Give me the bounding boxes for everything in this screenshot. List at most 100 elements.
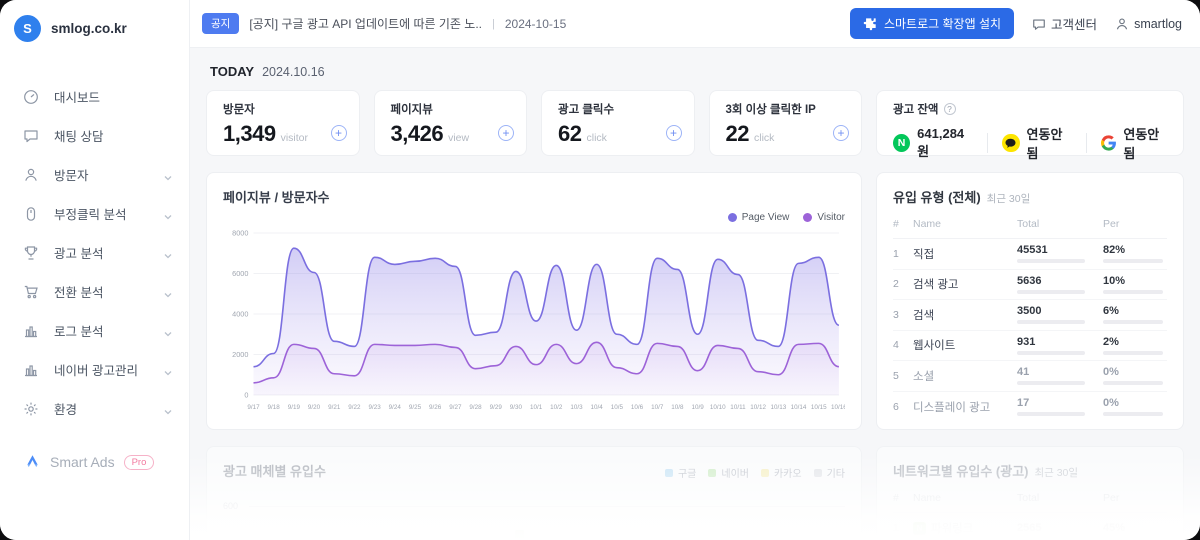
sidebar-item-2[interactable]: 방문자 [0,155,189,194]
svg-text:10/9: 10/9 [691,404,704,411]
traffic-chart-legend: Page View Visitor [223,212,845,223]
sidebar-item-8[interactable]: 환경 [0,389,189,428]
sidebar-item-7[interactable]: 네이버 광고관리 [0,350,189,389]
account-menu[interactable]: smartlog [1115,17,1182,31]
row-rank: 5 [893,370,913,382]
row-total-cell: 45531 [1017,244,1103,263]
install-extension-label: 스마트로그 확장앱 설치 [884,15,1001,32]
media-inflow-legend: 구글 네이버 카카오 기타 [665,465,845,480]
inflow-type-subtitle: 최근 30일 [987,191,1031,206]
media-inflow-card: 광고 매체별 유입수 구글 네이버 카카오 기타 600 [206,446,862,540]
inflow-table-header: # Name Total Per [893,206,1167,239]
stat-card-value: 3,426 [391,121,444,147]
expand-plus-button[interactable]: + [331,125,347,141]
legend-swatch [761,469,769,477]
row-total-cell: 17 [1017,397,1103,416]
col-name: Name [913,218,1017,230]
network-inflow-subtitle: 최근 30일 [1034,465,1078,480]
expand-plus-button[interactable]: + [833,125,849,141]
support-link[interactable]: 고객센터 [1032,14,1097,33]
media-legend-네이버[interactable]: 네이버 [708,465,749,480]
stat-cards-row: 방문자1,349visitor+페이지뷰3,426view+광고 클릭수62cl… [206,90,1184,156]
traffic-area-chart[interactable]: 020004000600080009/179/189/199/209/219/2… [223,225,845,417]
inflow-row-2: 2검색 광고563610% [893,270,1167,301]
sidebar-item-0[interactable]: 대시보드 [0,77,189,116]
inflow-type-title: 유입 유형 (전체) [893,187,981,206]
help-icon[interactable]: ? [944,103,956,115]
svg-text:0: 0 [244,391,248,400]
naver-icon: N [913,522,926,535]
notice-badge: 공지 [202,13,239,34]
total-bar [1017,259,1085,263]
pro-badge: Pro [124,455,155,470]
chat-icon [22,127,39,144]
smart-ads-link[interactable]: Smart Ads Pro [0,428,189,470]
svg-text:10/7: 10/7 [651,404,664,411]
chevron-down-icon [163,209,173,219]
stat-card-value: 1,349 [223,121,276,147]
col-rank: # [893,218,913,230]
col-rank: # [893,492,913,504]
svg-text:10/10: 10/10 [710,404,726,411]
col-name: Name [913,492,1017,504]
svg-text:10/16: 10/16 [831,404,845,411]
legend-swatch [665,469,673,477]
brand-name: smlog.co.kr [51,21,127,36]
svg-text:10/2: 10/2 [550,404,563,411]
brand-logo[interactable]: S smlog.co.kr [0,0,189,57]
expand-plus-button[interactable]: + [498,125,514,141]
media-ytick: 600 [223,501,238,511]
bar-chart-icon [22,322,39,339]
media-legend-구글[interactable]: 구글 [665,465,696,480]
sidebar-item-5[interactable]: 전환 분석 [0,272,189,311]
notice-date: 2024-10-15 [505,17,566,31]
legend-item-page-view[interactable]: Page View [728,212,790,223]
per-bar [1103,320,1163,324]
cart-icon [22,283,39,300]
media-legend-카카오[interactable]: 카카오 [761,465,802,480]
svg-text:9/25: 9/25 [409,404,422,411]
svg-text:9/21: 9/21 [328,404,341,411]
legend-label: 구글 [678,465,696,480]
svg-text:9/22: 9/22 [348,404,361,411]
total-bar [1017,290,1085,294]
row-name: 직접 [913,246,1017,262]
expand-plus-button[interactable]: + [666,125,682,141]
media-legend-기타[interactable]: 기타 [814,465,845,480]
legend-item-visitor[interactable]: Visitor [803,212,845,223]
row-name: 검색 [913,307,1017,323]
stat-card-3: 3회 이상 클릭한 IP22click+ [709,90,863,156]
traffic-chart-title: 페이지뷰 / 방문자수 [223,187,845,206]
svg-text:8000: 8000 [232,229,248,238]
chevron-down-icon [163,404,173,414]
inflow-type-card: 유입 유형 (전체) 최근 30일 # Name Total Per 1직접45… [876,172,1184,430]
sidebar-item-6[interactable]: 로그 분석 [0,311,189,350]
sidebar-item-label: 광고 분석 [54,243,163,262]
install-extension-button[interactable]: 스마트로그 확장앱 설치 [850,8,1014,39]
per-bar [1103,381,1163,385]
sidebar-item-4[interactable]: 광고 분석 [0,233,189,272]
inflow-row-6: 6디스플레이 광고170% [893,392,1167,423]
stat-card-0: 방문자1,349visitor+ [206,90,360,156]
svg-text:9/20: 9/20 [308,404,321,411]
notice-text: [공지] 구글 광고 API 업데이트에 따른 기존 노.. [249,15,482,32]
sidebar-item-label: 네이버 광고관리 [54,360,163,379]
stat-card-2: 광고 클릭수62click+ [541,90,695,156]
sidebar-item-1[interactable]: 채팅 상담 [0,116,189,155]
media-inflow-title: 광고 매체별 유입수 [223,461,326,480]
row-rank: 1 [893,522,913,534]
inflow-row-5: 5소셜410% [893,361,1167,392]
naver-balance-amount: 641,284원 [917,126,973,160]
notice-banner[interactable]: 공지 [공지] 구글 광고 API 업데이트에 따른 기존 노.. | 2024… [202,13,566,34]
row-rank: 4 [893,339,913,351]
svg-text:10/4: 10/4 [591,404,604,411]
svg-text:10/11: 10/11 [730,404,746,411]
stat-card-unit: click [586,132,606,144]
traffic-chart-card: 페이지뷰 / 방문자수 Page ViewVisitor 02000400060… [206,172,862,430]
topbar: 공지 [공지] 구글 광고 API 업데이트에 따른 기존 노.. | 2024… [190,0,1200,48]
row-name: 소셜 [913,368,1017,384]
sidebar-item-3[interactable]: 부정클릭 분석 [0,194,189,233]
svg-text:9/19: 9/19 [288,404,301,411]
bottom-row: 광고 매체별 유입수 구글네이버카카오기타 600 네트워크별 유입수 (광고)… [206,446,1184,540]
svg-text:10/6: 10/6 [631,404,644,411]
